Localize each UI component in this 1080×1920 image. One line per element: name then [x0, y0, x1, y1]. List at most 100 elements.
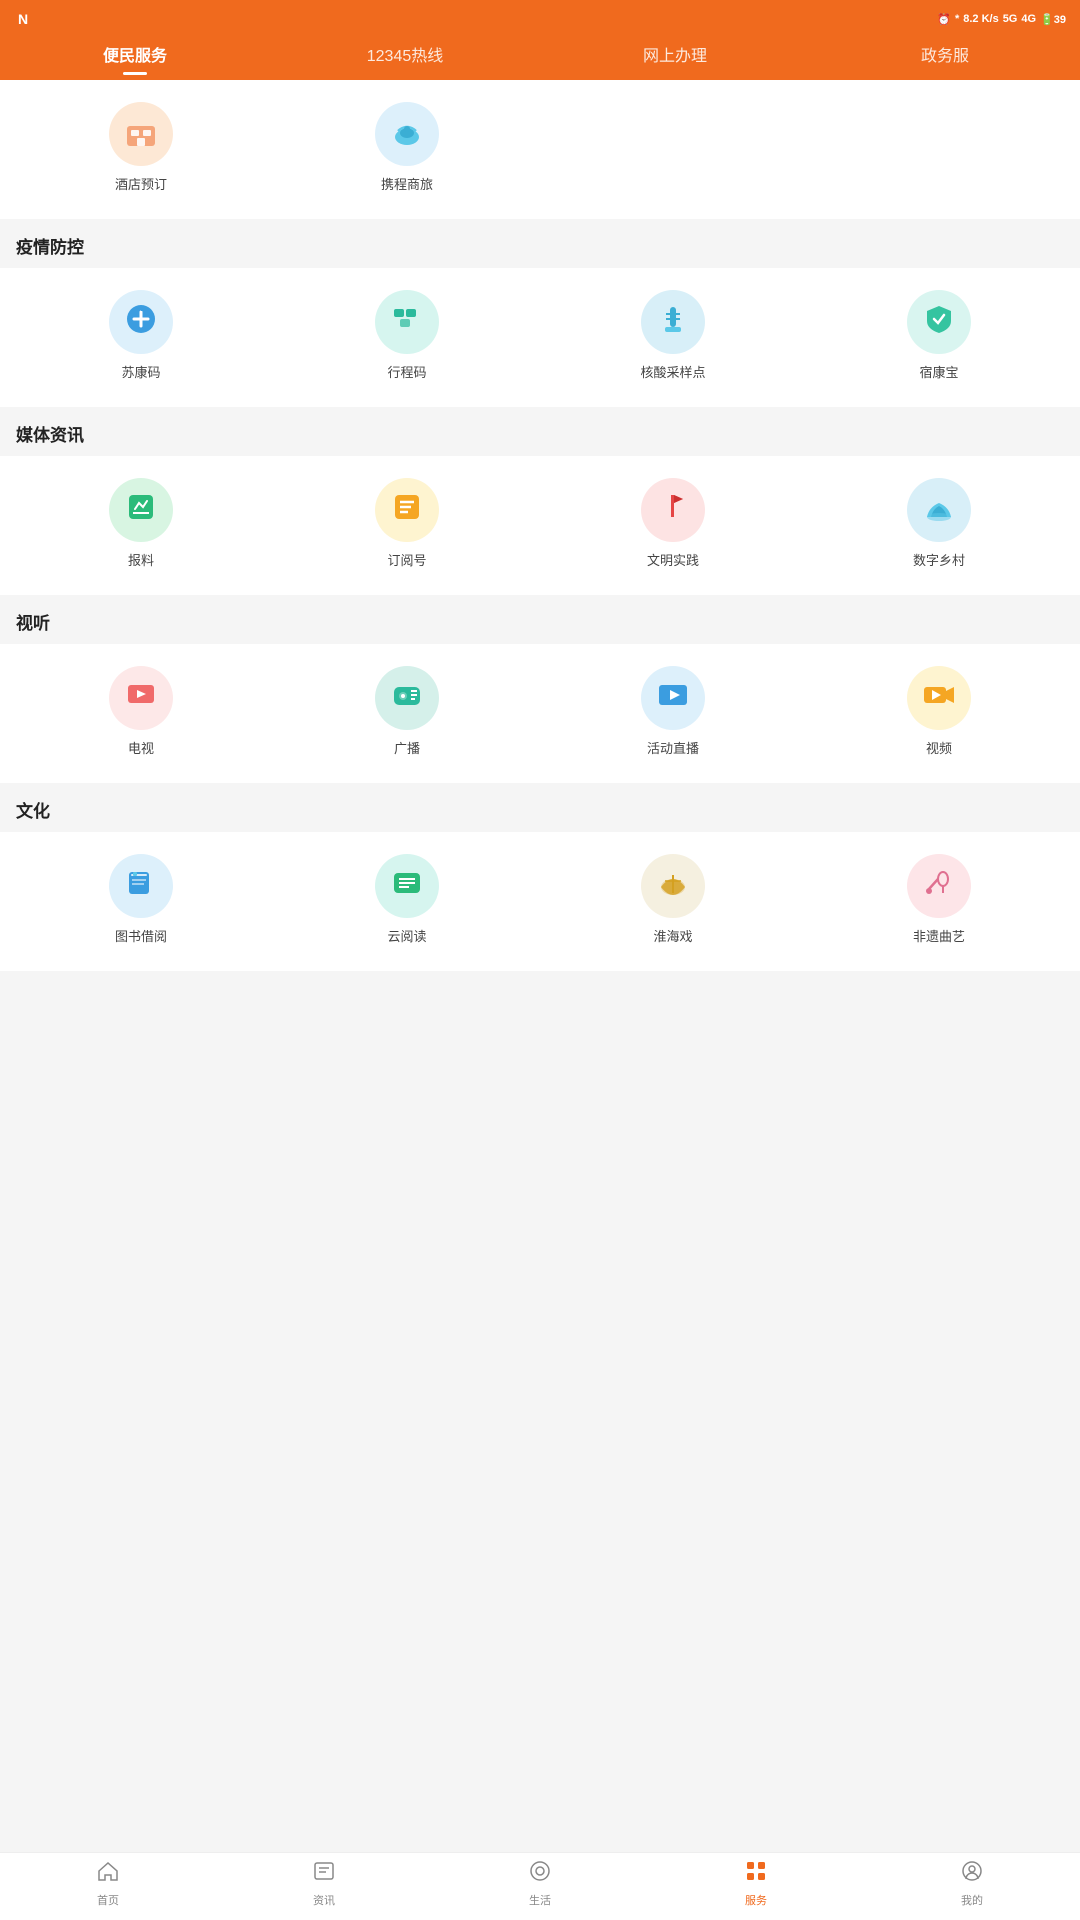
radio-icon	[389, 677, 425, 720]
sukangbao-circle	[907, 290, 971, 354]
nav-tabs: 便民服务 12345热线 网上办理 政务服	[0, 36, 1080, 80]
tab-government[interactable]: 政务服	[810, 36, 1080, 72]
huaihai-label: 淮海戏	[653, 926, 692, 945]
icon-reading[interactable]: 云阅读	[274, 844, 540, 955]
network-speed: 8.2 K/s	[963, 13, 998, 25]
icon-hotel[interactable]: 酒店预订	[8, 92, 274, 203]
icon-heritage[interactable]: 非遗曲艺	[806, 844, 1072, 955]
icon-subscribe[interactable]: 订阅号	[274, 468, 540, 579]
culture-label: 文明实践	[647, 550, 699, 569]
section-header-epidemic: 疫情防控	[0, 219, 1080, 268]
heritage-circle	[907, 854, 971, 918]
reading-icon	[389, 865, 425, 908]
library-icon	[123, 865, 159, 908]
grid-epidemic: 苏康码 行程码 核酸采样点 宿康宝	[0, 280, 1080, 391]
bottom-nav-mine[interactable]: 我的	[864, 1859, 1080, 1908]
tv-label: 电视	[128, 738, 154, 757]
grid-culture: 图书借阅 云阅读 淮海戏 非遗曲艺	[0, 844, 1080, 955]
ctrip-icon	[388, 115, 426, 153]
signal-4g: 4G	[1021, 13, 1036, 25]
nucleic-icon	[655, 301, 691, 344]
tv-icon	[123, 677, 159, 720]
news-icon	[312, 1859, 336, 1889]
heritage-label: 非遗曲艺	[913, 926, 965, 945]
sukangbao-icon	[921, 301, 957, 344]
ctrip-icon-circle	[375, 102, 439, 166]
grid-media: 报料订阅号文明实践 数字乡村	[0, 468, 1080, 579]
services-label: 服务	[745, 1892, 767, 1908]
heritage-icon	[921, 865, 957, 908]
icon-library[interactable]: 图书借阅	[8, 844, 274, 955]
ctrip-label: 携程商旅	[381, 174, 433, 193]
reading-label: 云阅读	[387, 926, 426, 945]
sections-container: 疫情防控苏康码行程码核酸采样点宿康宝媒体资讯报料订阅号文明实践数字乡村视听电视广…	[0, 219, 1080, 971]
huaihai-circle	[641, 854, 705, 918]
live-circle	[641, 666, 705, 730]
video-icon	[921, 677, 957, 720]
section-epidemic: 苏康码 行程码 核酸采样点 宿康宝	[0, 268, 1080, 407]
bottom-nav: 首页 资讯 生活 服务 我的	[0, 1852, 1080, 1920]
home-icon	[96, 1859, 120, 1889]
nucleic-label: 核酸采样点	[640, 362, 705, 381]
news-label: 资讯	[313, 1892, 335, 1908]
huaihai-icon	[655, 865, 691, 908]
live-label: 活动直播	[647, 738, 699, 757]
icon-nucleic[interactable]: 核酸采样点	[540, 280, 806, 391]
tv-circle	[109, 666, 173, 730]
village-circle	[907, 478, 971, 542]
tab-bianmin[interactable]: 便民服务	[0, 36, 270, 72]
icon-radio[interactable]: 广播	[274, 656, 540, 767]
life-icon	[528, 1859, 552, 1889]
status-right: ⏰ * 8.2 K/s 5G 4G 🔋39	[937, 13, 1066, 26]
radio-circle	[375, 666, 439, 730]
services-icon	[744, 1859, 768, 1889]
subscribe-icon	[389, 489, 425, 532]
radio-label: 广播	[394, 738, 420, 757]
icon-village[interactable]: 数字乡村	[806, 468, 1072, 579]
sukang-icon	[123, 301, 159, 344]
battery-icon: 🔋39	[1040, 13, 1066, 26]
status-bar: N ⏰ * 8.2 K/s 5G 4G 🔋39	[0, 0, 1080, 36]
icon-huaihai[interactable]: 淮海戏	[540, 844, 806, 955]
village-label: 数字乡村	[913, 550, 965, 569]
bottom-nav-life[interactable]: 生活	[432, 1859, 648, 1908]
section-header-media: 媒体资讯	[0, 407, 1080, 456]
culture-circle	[641, 478, 705, 542]
travel-icon	[389, 301, 425, 344]
mine-icon	[960, 1859, 984, 1889]
sukang-circle	[109, 290, 173, 354]
section-culture: 图书借阅 云阅读 淮海戏 非遗曲艺	[0, 832, 1080, 971]
hotel-icon-circle	[109, 102, 173, 166]
travel-circle	[375, 290, 439, 354]
icon-ctrip[interactable]: 携程商旅	[274, 92, 540, 203]
icon-live[interactable]: 活动直播	[540, 656, 806, 767]
icon-sukangbao[interactable]: 宿康宝	[806, 280, 1072, 391]
section-header-culture: 文化	[0, 783, 1080, 832]
tab-online[interactable]: 网上办理	[540, 36, 810, 72]
bottom-nav-home[interactable]: 首页	[0, 1859, 216, 1908]
icon-report[interactable]: 报料	[8, 468, 274, 579]
bottom-nav-news[interactable]: 资讯	[216, 1859, 432, 1908]
icon-tv[interactable]: 电视	[8, 656, 274, 767]
sukangbao-label: 宿康宝	[919, 362, 958, 381]
home-label: 首页	[97, 1892, 119, 1908]
main-content: 酒店预订 携程商旅 疫情防控苏康码 行程码 核酸采样点 宿康宝媒体资讯报料订阅号文明实…	[0, 80, 1080, 1041]
icon-travel[interactable]: 行程码	[274, 280, 540, 391]
icon-sukang[interactable]: 苏康码	[8, 280, 274, 391]
top-icon-grid: 酒店预订 携程商旅	[0, 92, 1080, 203]
subscribe-circle	[375, 478, 439, 542]
hotel-icon	[123, 116, 159, 152]
tab-hotline[interactable]: 12345热线	[270, 36, 540, 72]
grid-audio: 电视 广播 活动直播 视频	[0, 656, 1080, 767]
culture-icon	[655, 489, 691, 532]
bottom-nav-services[interactable]: 服务	[648, 1859, 864, 1908]
icon-video[interactable]: 视频	[806, 656, 1072, 767]
video-circle	[907, 666, 971, 730]
nucleic-circle	[641, 290, 705, 354]
travel-label: 行程码	[387, 362, 426, 381]
library-circle	[109, 854, 173, 918]
library-label: 图书借阅	[115, 926, 167, 945]
icon-culture[interactable]: 文明实践	[540, 468, 806, 579]
life-label: 生活	[529, 1892, 551, 1908]
sukang-label: 苏康码	[121, 362, 160, 381]
